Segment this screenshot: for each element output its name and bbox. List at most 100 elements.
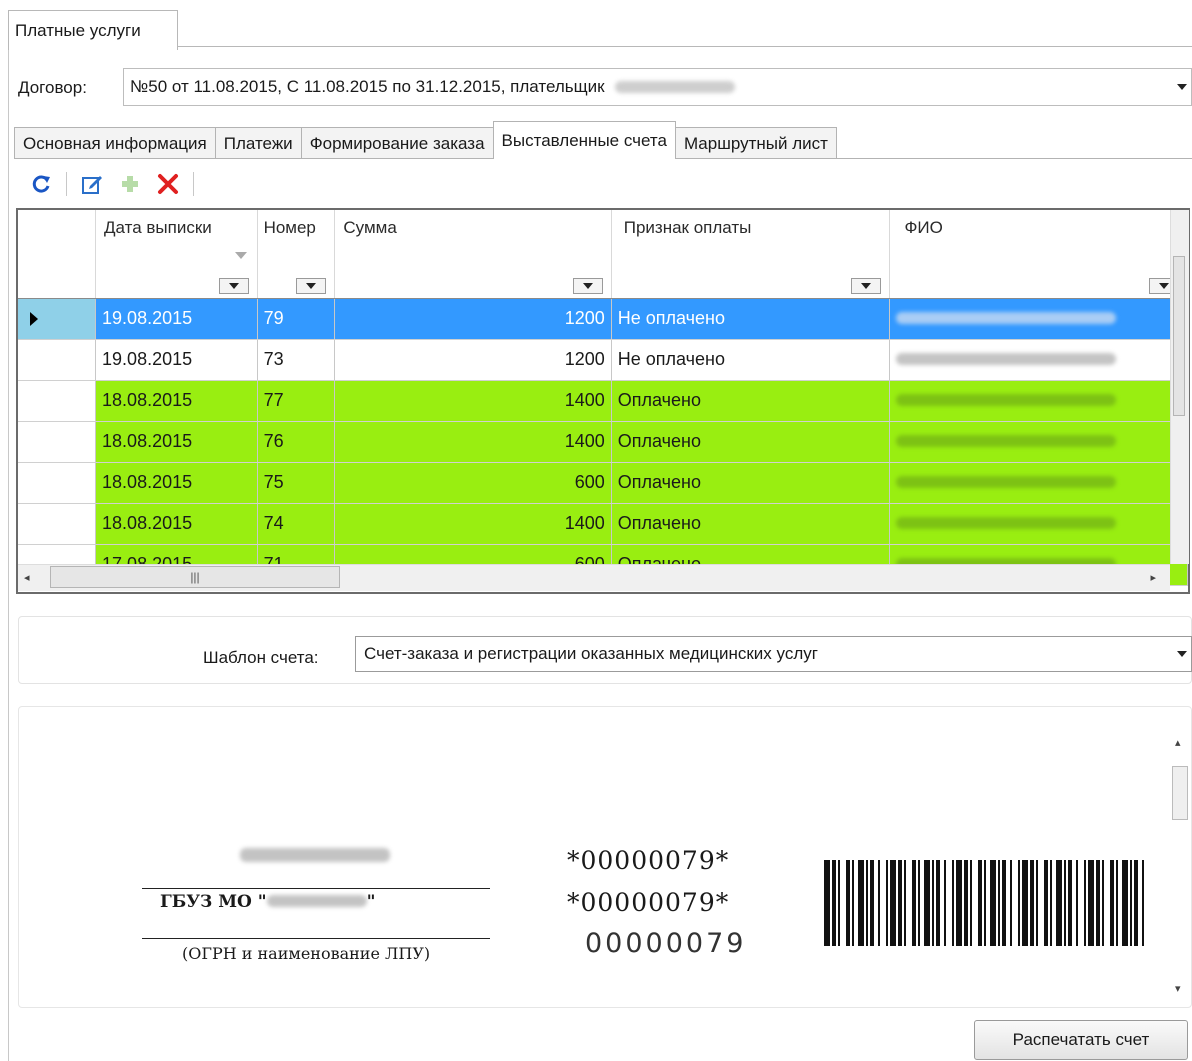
- cell-sum[interactable]: 600: [334, 462, 612, 504]
- cell-fio[interactable]: [889, 298, 1188, 340]
- cell-date[interactable]: 19.08.2015: [95, 339, 258, 381]
- invoices-table: Дата выписки Номер Сумма Признак оплаты …: [18, 210, 1188, 586]
- invoices-grid[interactable]: Дата выписки Номер Сумма Признак оплаты …: [16, 208, 1190, 594]
- cell-fio[interactable]: [889, 462, 1188, 504]
- cell-number[interactable]: 79: [257, 298, 336, 340]
- grid-horizontal-scroll-thumb[interactable]: |||: [50, 566, 340, 588]
- barcode-bar: [878, 860, 880, 946]
- barcode-bar: [1036, 860, 1038, 946]
- tab-label: Основная информация: [23, 133, 207, 153]
- cell-sum[interactable]: 1400: [334, 503, 612, 545]
- column-header-payment-status[interactable]: Признак оплаты: [611, 210, 891, 299]
- cell-payment-status[interactable]: Оплачено: [611, 503, 891, 545]
- barcode-bar: [852, 860, 854, 946]
- cell-number[interactable]: 77: [257, 380, 336, 422]
- row-header[interactable]: [18, 339, 97, 381]
- column-header-number[interactable]: Номер: [257, 210, 336, 299]
- barcode-bar: [1122, 860, 1128, 946]
- table-row[interactable]: 18.08.2015 76 1400 Оплачено: [18, 421, 1188, 463]
- filter-button[interactable]: [218, 277, 249, 294]
- table-row[interactable]: 18.08.2015 74 1400 Оплачено: [18, 503, 1188, 545]
- cell-payment-status[interactable]: Оплачено: [611, 462, 891, 504]
- column-header-sum[interactable]: Сумма: [334, 210, 612, 299]
- scroll-down-icon[interactable]: ▾: [1175, 982, 1181, 995]
- refresh-button[interactable]: [28, 171, 54, 197]
- filter-button[interactable]: [851, 277, 882, 294]
- tab-issued-invoices[interactable]: Выставленные счета: [492, 121, 676, 159]
- row-header-corner: [18, 210, 97, 299]
- cell-payment-status[interactable]: Не оплачено: [611, 298, 891, 340]
- barcode-bar: [936, 860, 940, 946]
- barcode-bar: [904, 860, 906, 946]
- cell-number[interactable]: 74: [257, 503, 336, 545]
- table-row[interactable]: 18.08.2015 77 1400 Оплачено: [18, 380, 1188, 422]
- tab-payments[interactable]: Платежи: [214, 127, 302, 159]
- barcode-bar: [990, 860, 996, 946]
- cell-payment-status[interactable]: Оплачено: [611, 380, 891, 422]
- scroll-left-icon[interactable]: ◂: [24, 571, 30, 584]
- org-caption: (ОГРН и наименование ЛПУ): [182, 944, 431, 963]
- row-header[interactable]: [18, 462, 97, 504]
- row-header[interactable]: [18, 421, 97, 463]
- barcode-bar: [1116, 860, 1118, 946]
- cell-sum[interactable]: 1400: [334, 380, 612, 422]
- contract-select[interactable]: №50 от 11.08.2015, С 11.08.2015 по 31.12…: [123, 68, 1192, 106]
- add-button[interactable]: [117, 171, 143, 197]
- column-header-date[interactable]: Дата выписки: [95, 210, 258, 299]
- print-invoice-button[interactable]: Распечатать счет: [974, 1020, 1188, 1060]
- grid-vertical-scroll-thumb[interactable]: [1173, 256, 1185, 416]
- barcode-bar: [890, 860, 896, 946]
- cell-sum[interactable]: 1400: [334, 421, 612, 463]
- tab-order-forming[interactable]: Формирование заказа: [300, 127, 494, 159]
- contract-value: №50 от 11.08.2015, С 11.08.2015 по 31.12…: [130, 77, 605, 96]
- cell-number[interactable]: 73: [257, 339, 336, 381]
- filter-button[interactable]: [296, 277, 327, 294]
- barcode-number: 00000079: [585, 928, 747, 959]
- tab-paid-services[interactable]: Платные услуги: [8, 10, 178, 50]
- cell-sum[interactable]: 1200: [334, 339, 612, 381]
- row-header[interactable]: [18, 298, 97, 340]
- filter-button[interactable]: [572, 277, 603, 294]
- toolbar: [28, 166, 194, 202]
- scroll-up-icon[interactable]: ▴: [1175, 736, 1181, 749]
- barcode-bar: [824, 860, 830, 946]
- cell-number[interactable]: 75: [257, 462, 336, 504]
- cell-date[interactable]: 18.08.2015: [95, 462, 258, 504]
- cell-date[interactable]: 18.08.2015: [95, 380, 258, 422]
- row-header[interactable]: [18, 380, 97, 422]
- template-select[interactable]: Счет-заказа и регистрации оказанных меди…: [355, 636, 1192, 672]
- table-row[interactable]: 18.08.2015 75 600 Оплачено: [18, 462, 1188, 504]
- edit-button[interactable]: [79, 171, 105, 197]
- barcode-bar: [1110, 860, 1114, 946]
- cell-payment-status[interactable]: Не оплачено: [611, 339, 891, 381]
- column-header-label: Сумма: [343, 218, 397, 237]
- tab-strip-divider: [178, 46, 1192, 47]
- cell-fio[interactable]: [889, 421, 1188, 463]
- cell-number[interactable]: 76: [257, 421, 336, 463]
- cell-fio[interactable]: [889, 339, 1188, 381]
- table-row[interactable]: 19.08.2015 79 1200 Не оплачено: [18, 298, 1188, 340]
- cell-fio[interactable]: [889, 380, 1188, 422]
- cell-fio[interactable]: [889, 503, 1188, 545]
- cell-sum[interactable]: 1200: [334, 298, 612, 340]
- barcode-bar: [956, 860, 962, 946]
- tab-main-info[interactable]: Основная информация: [14, 127, 216, 159]
- cell-date[interactable]: 18.08.2015: [95, 503, 258, 545]
- tab-route-sheet[interactable]: Маршрутный лист: [674, 127, 837, 159]
- cell-date[interactable]: 18.08.2015: [95, 421, 258, 463]
- preview-scroll-thumb[interactable]: [1172, 766, 1188, 820]
- cell-payment-status[interactable]: Оплачено: [611, 421, 891, 463]
- template-value: Счет-заказа и регистрации оказанных меди…: [364, 644, 818, 663]
- barcode-bar: [918, 860, 920, 946]
- column-header-fio[interactable]: ФИО: [889, 210, 1188, 299]
- table-row[interactable]: 19.08.2015 73 1200 Не оплачено: [18, 339, 1188, 381]
- cell-date[interactable]: 19.08.2015: [95, 298, 258, 340]
- scroll-right-icon[interactable]: ▸: [1150, 571, 1156, 584]
- barcode-image: [824, 860, 1144, 946]
- barcode-bar: [1010, 860, 1012, 946]
- barcode-bar: [998, 860, 1000, 946]
- barcode-bar: [944, 860, 946, 946]
- barcode-bar: [984, 860, 986, 946]
- delete-button[interactable]: [155, 171, 181, 197]
- row-header[interactable]: [18, 503, 97, 545]
